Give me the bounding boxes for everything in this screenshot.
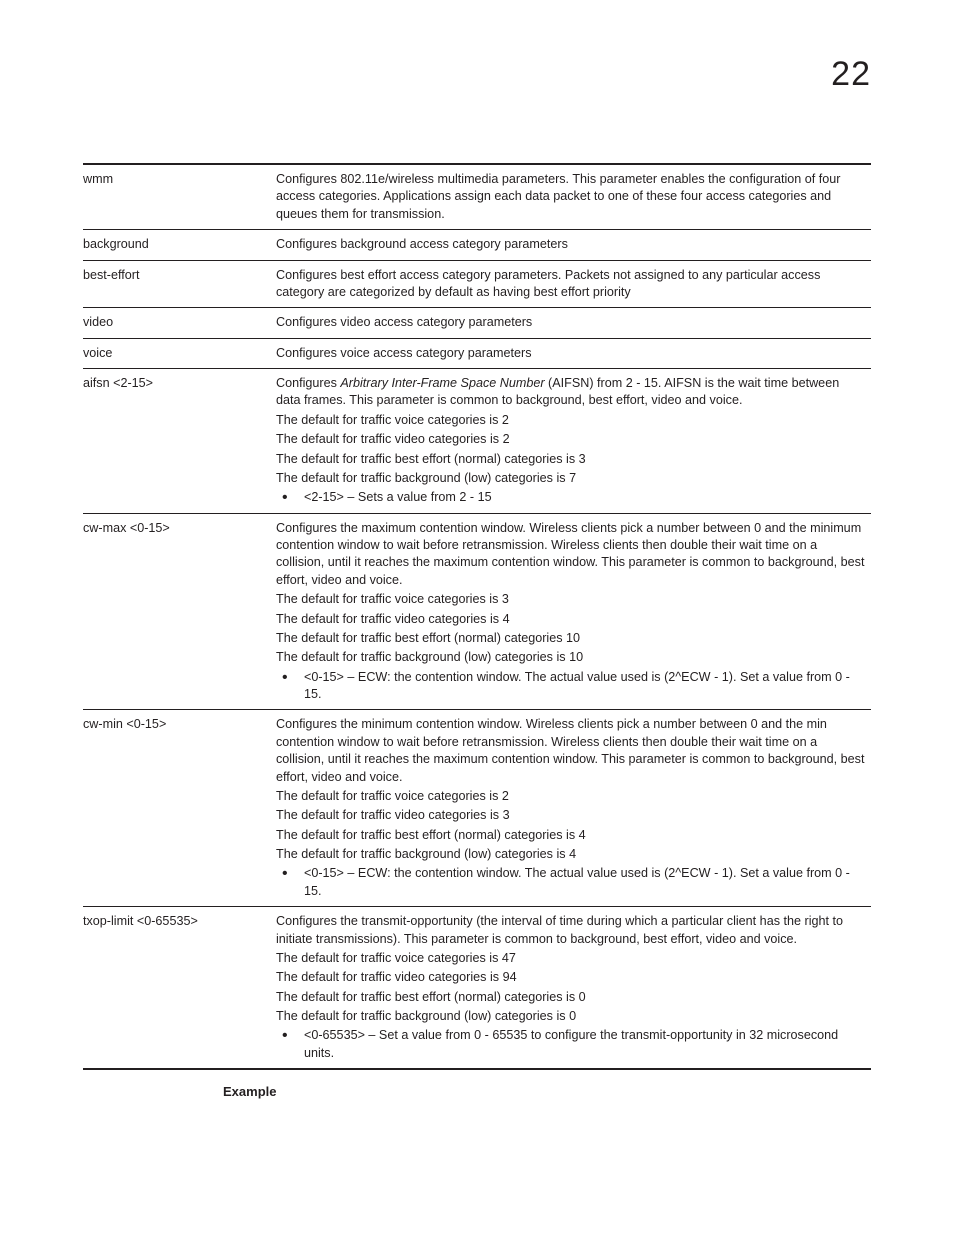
chapter-number: 22 xyxy=(831,55,871,94)
parameter-description: Configures voice access category paramet… xyxy=(276,338,871,368)
parameter-name: best-effort xyxy=(83,260,276,308)
description-line: The default for traffic background (low)… xyxy=(276,470,865,487)
description-line: Configures the transmit-opportunity (the… xyxy=(276,913,865,948)
bullet-list: <0-65535> – Set a value from 0 - 65535 t… xyxy=(276,1027,865,1062)
table-row: aifsn <2-15>Configures Arbitrary Inter-F… xyxy=(83,369,871,514)
description-line: The default for traffic voice categories… xyxy=(276,788,865,805)
description-line: The default for traffic video categories… xyxy=(276,431,865,448)
parameters-table: wmmConfigures 802.11e/wireless multimedi… xyxy=(83,163,871,1070)
description-line: Configures 802.11e/wireless multimedia p… xyxy=(276,171,865,223)
parameter-description: Configures the minimum contention window… xyxy=(276,710,871,907)
table-row: best-effortConfigures best effort access… xyxy=(83,260,871,308)
example-heading: Example xyxy=(223,1084,871,1099)
parameter-description: Configures background access category pa… xyxy=(276,230,871,260)
content-area: wmmConfigures 802.11e/wireless multimedi… xyxy=(83,163,871,1099)
description-line: The default for traffic background (low)… xyxy=(276,1008,865,1025)
description-line: Configures the maximum contention window… xyxy=(276,520,865,590)
description-line: The default for traffic voice categories… xyxy=(276,412,865,429)
description-line: Configures Arbitrary Inter-Frame Space N… xyxy=(276,375,865,410)
parameter-description: Configures best effort access category p… xyxy=(276,260,871,308)
bullet-list: <2-15> – Sets a value from 2 - 15 xyxy=(276,489,865,506)
bullet-item: <2-15> – Sets a value from 2 - 15 xyxy=(276,489,865,506)
table-row: wmmConfigures 802.11e/wireless multimedi… xyxy=(83,164,871,230)
bullet-item: <0-15> – ECW: the contention window. The… xyxy=(276,669,865,704)
description-line: Configures the minimum contention window… xyxy=(276,716,865,786)
bullet-item: <0-15> – ECW: the contention window. The… xyxy=(276,865,865,900)
description-line: Configures best effort access category p… xyxy=(276,267,865,302)
description-line: The default for traffic background (low)… xyxy=(276,649,865,666)
description-line: The default for traffic video categories… xyxy=(276,969,865,986)
parameter-description: Configures the transmit-opportunity (the… xyxy=(276,907,871,1070)
description-line: The default for traffic video categories… xyxy=(276,807,865,824)
bullet-list: <0-15> – ECW: the contention window. The… xyxy=(276,669,865,704)
description-line: The default for traffic best effort (nor… xyxy=(276,451,865,468)
parameter-description: Configures the maximum contention window… xyxy=(276,513,871,710)
description-line: The default for traffic video categories… xyxy=(276,611,865,628)
parameter-name: voice xyxy=(83,338,276,368)
description-line: Configures voice access category paramet… xyxy=(276,345,865,362)
table-row: cw-max <0-15>Configures the maximum cont… xyxy=(83,513,871,710)
description-line: The default for traffic best effort (nor… xyxy=(276,989,865,1006)
description-line: The default for traffic background (low)… xyxy=(276,846,865,863)
parameter-name: cw-max <0-15> xyxy=(83,513,276,710)
parameter-name: wmm xyxy=(83,164,276,230)
description-line: The default for traffic voice categories… xyxy=(276,591,865,608)
parameter-name: cw-min <0-15> xyxy=(83,710,276,907)
parameter-description: Configures 802.11e/wireless multimedia p… xyxy=(276,164,871,230)
parameter-name: txop-limit <0-65535> xyxy=(83,907,276,1070)
page: 22 wmmConfigures 802.11e/wireless multim… xyxy=(0,0,954,1235)
table-row: txop-limit <0-65535>Configures the trans… xyxy=(83,907,871,1070)
description-line: The default for traffic voice categories… xyxy=(276,950,865,967)
description-line: Configures video access category paramet… xyxy=(276,314,865,331)
description-line: The default for traffic best effort (nor… xyxy=(276,630,865,647)
table-row: videoConfigures video access category pa… xyxy=(83,308,871,338)
bullet-item: <0-65535> – Set a value from 0 - 65535 t… xyxy=(276,1027,865,1062)
table-row: voiceConfigures voice access category pa… xyxy=(83,338,871,368)
table-row: backgroundConfigures background access c… xyxy=(83,230,871,260)
parameter-description: Configures Arbitrary Inter-Frame Space N… xyxy=(276,369,871,514)
description-line: Configures background access category pa… xyxy=(276,236,865,253)
table-row: cw-min <0-15>Configures the minimum cont… xyxy=(83,710,871,907)
parameter-description: Configures video access category paramet… xyxy=(276,308,871,338)
description-line: The default for traffic best effort (nor… xyxy=(276,827,865,844)
bullet-list: <0-15> – ECW: the contention window. The… xyxy=(276,865,865,900)
parameter-name: background xyxy=(83,230,276,260)
parameter-name: aifsn <2-15> xyxy=(83,369,276,514)
parameter-name: video xyxy=(83,308,276,338)
